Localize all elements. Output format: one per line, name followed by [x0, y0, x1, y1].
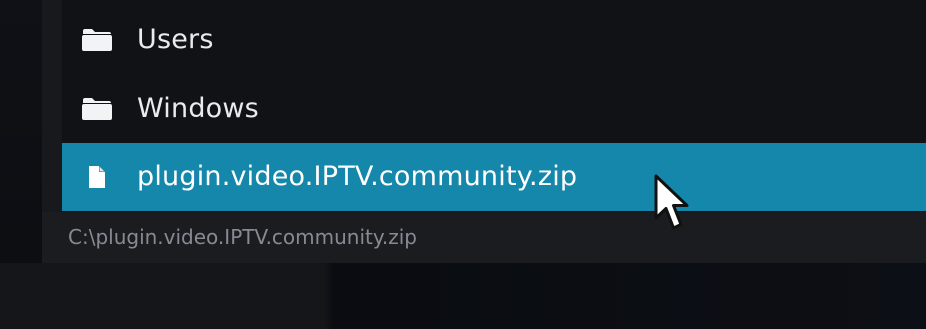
background-strip: [0, 263, 926, 329]
list-item-users[interactable]: Users: [62, 6, 926, 74]
current-path-text: C:\plugin.video.IPTV.community.zip: [68, 224, 417, 249]
folder-icon: [80, 27, 114, 53]
list-item-plugin-zip[interactable]: plugin.video.IPTV.community.zip: [62, 143, 926, 211]
list-item-label: plugin.video.IPTV.community.zip: [137, 160, 578, 192]
list-item-label: Windows: [137, 92, 259, 124]
file-icon: [80, 164, 114, 190]
current-path-bar: C:\plugin.video.IPTV.community.zip: [42, 212, 926, 263]
mouse-pointer-icon: [652, 173, 696, 235]
list-item-windows[interactable]: Windows: [62, 75, 926, 143]
file-list: Users Windows plugin.video.IPTV.communit…: [62, 0, 926, 212]
folder-icon: [80, 96, 114, 122]
list-item-label: Users: [137, 23, 214, 55]
screen-background: Users Windows plugin.video.IPTV.communit…: [0, 0, 926, 329]
